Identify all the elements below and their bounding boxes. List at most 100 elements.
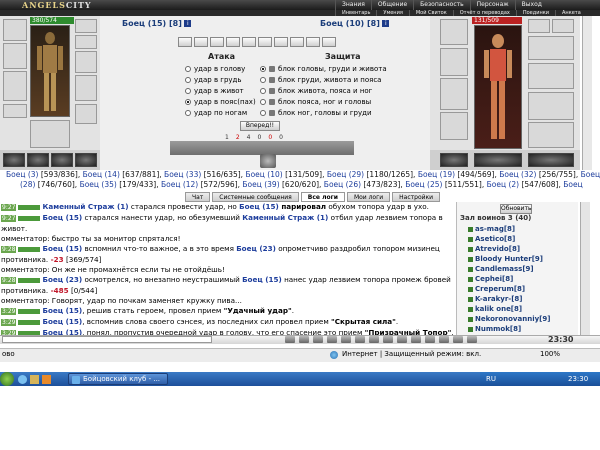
hall-member[interactable]: kalik one[8] <box>468 304 522 314</box>
taskbar-window-button[interactable]: Бойцовский клуб - ... <box>68 373 168 385</box>
slot-belt-right[interactable] <box>440 112 468 140</box>
hall-member[interactable]: Asetico[8] <box>468 234 515 244</box>
fighter-link[interactable]: Боец (12) <box>161 180 198 189</box>
trade-icon[interactable] <box>453 336 463 343</box>
slot-armor-left[interactable] <box>3 71 27 101</box>
fighter-link[interactable]: Боец (14) <box>83 170 120 179</box>
log-actor[interactable]: Боец (15) <box>42 317 82 326</box>
defense-radio[interactable] <box>260 98 266 105</box>
language-indicator[interactable]: RU <box>486 375 496 383</box>
log-actor[interactable]: Боец (15) <box>242 275 282 284</box>
defense-option[interactable]: блок головы, груди и живота <box>260 63 387 74</box>
ie-icon[interactable] <box>18 375 27 384</box>
attack-option[interactable]: удар по ногам <box>185 107 256 118</box>
log-tab[interactable]: Системные сообщения <box>212 192 299 202</box>
top-menu-item[interactable]: Безопасность <box>413 0 470 10</box>
settings-icon[interactable] <box>397 336 407 343</box>
spell-slot-2[interactable] <box>194 37 208 47</box>
fighter-link[interactable]: Боец (39) <box>242 180 279 189</box>
log-actor[interactable]: Боец (15) <box>42 328 82 335</box>
attack-option[interactable]: удар в грудь <box>185 74 256 85</box>
log-actor[interactable]: Боец (23) <box>42 275 82 284</box>
exit-icon[interactable] <box>411 336 421 343</box>
bold-icon[interactable] <box>299 336 309 343</box>
refresh-icon[interactable] <box>467 336 477 343</box>
right-fighter-name[interactable]: Боец (10) [8] i <box>320 19 390 28</box>
attack-radio[interactable] <box>185 76 191 83</box>
attack-radio[interactable] <box>185 87 191 94</box>
hall-member[interactable]: Bloody Hunter[9] <box>468 254 543 264</box>
defense-radio[interactable] <box>260 76 266 83</box>
log-actor[interactable]: Боец (15) <box>42 306 82 315</box>
smile-icon[interactable] <box>285 336 295 343</box>
start-button[interactable] <box>0 372 14 386</box>
defense-option[interactable]: блок живота, пояса и ног <box>260 85 387 96</box>
defense-option[interactable]: блок груди, живота и пояса <box>260 74 387 85</box>
fighter-link[interactable]: Боец (3) <box>6 170 38 179</box>
slot-weapon-right[interactable] <box>440 48 468 76</box>
fighter-link[interactable]: Боец (35) <box>80 180 117 189</box>
fighter-link[interactable]: Боец (33) <box>164 170 201 179</box>
attack-option[interactable]: удар в пояс(пах) <box>185 96 256 107</box>
defense-radio[interactable] <box>260 109 266 116</box>
log-actor[interactable]: Боец (15) <box>239 202 279 211</box>
item-slot-g[interactable] <box>528 153 574 167</box>
tray-clock[interactable]: 23:30 <box>568 372 588 386</box>
slot-legs-left[interactable] <box>30 120 70 148</box>
fighter-link[interactable]: Боец (26) <box>324 180 361 189</box>
spell-slot-5[interactable] <box>242 37 256 47</box>
slot-helm-right[interactable] <box>440 19 468 45</box>
attack-radio[interactable] <box>185 98 191 105</box>
defense-option[interactable]: блок ног, головы и груди <box>260 107 387 118</box>
item-slot-d[interactable] <box>75 153 97 167</box>
hall-member[interactable]: Nummok[8] <box>468 324 521 334</box>
slot-gloves-left[interactable] <box>75 51 97 73</box>
hall-member[interactable]: as-mag[8] <box>468 224 515 234</box>
slot-boots-right[interactable] <box>528 122 574 148</box>
hall-member[interactable]: K-arakyr-[8] <box>468 294 522 304</box>
spell-slot-6[interactable] <box>258 37 272 47</box>
defense-radio[interactable] <box>260 87 266 94</box>
left-fighter-name[interactable]: Боец (15) [8] i <box>122 19 192 28</box>
scroll-icon[interactable] <box>369 336 379 343</box>
top-menu-item[interactable]: Выход <box>514 0 548 10</box>
forward-button[interactable]: Вперед!! <box>240 121 280 131</box>
slot-gloves-right[interactable] <box>528 63 574 89</box>
slot-shield-left[interactable] <box>75 75 97 101</box>
fighter-link[interactable]: Боец (25) <box>405 180 442 189</box>
fighter-link[interactable]: Боец (19) <box>418 170 455 179</box>
log-tab[interactable]: Все логи <box>300 192 345 202</box>
attack-option[interactable]: удар в живот <box>185 85 256 96</box>
slot-shield-right[interactable] <box>528 92 574 120</box>
hall-member[interactable]: Nekoronovanniy[9] <box>468 314 550 324</box>
log-tab[interactable]: Настройки <box>392 192 441 202</box>
log-tab[interactable]: Мои логи <box>346 192 391 202</box>
attack-radio[interactable] <box>185 109 191 116</box>
spell-slot-9[interactable] <box>306 37 320 47</box>
slot-ring2-right[interactable] <box>552 19 574 33</box>
slot-ring1-left[interactable] <box>75 19 97 33</box>
slot-boots-left[interactable] <box>75 104 97 124</box>
spell-slot-8[interactable] <box>290 37 304 47</box>
slot-belt-left[interactable] <box>3 104 27 118</box>
log-actor[interactable]: Каменный Страж (1) <box>42 202 128 211</box>
fighter-link[interactable]: Боец <box>581 170 600 179</box>
filter-icon[interactable] <box>355 336 365 343</box>
color-icon[interactable] <box>313 336 323 343</box>
desktop-icon[interactable] <box>30 375 39 384</box>
hall-member[interactable]: Cephei[8] <box>468 274 513 284</box>
hall-member[interactable]: Candlemass[9] <box>468 264 534 274</box>
send-icon[interactable] <box>425 336 435 343</box>
log-actor[interactable]: Боец (23) <box>236 244 276 253</box>
attack-option[interactable]: удар в голову <box>185 63 256 74</box>
log-tab[interactable]: Чат <box>185 192 211 202</box>
log-actor[interactable]: Боец (15) <box>42 213 82 222</box>
top-menu-item[interactable]: Общение <box>370 0 413 10</box>
attack-radio[interactable] <box>185 65 191 72</box>
hall-member[interactable]: Creperum[8] <box>468 284 525 294</box>
refresh-button[interactable]: Обновить <box>500 204 532 214</box>
item-slot-a[interactable] <box>3 153 25 167</box>
page-scrollbar[interactable] <box>582 16 592 192</box>
sound-icon[interactable] <box>341 336 351 343</box>
slot-ring1-right[interactable] <box>528 19 550 33</box>
